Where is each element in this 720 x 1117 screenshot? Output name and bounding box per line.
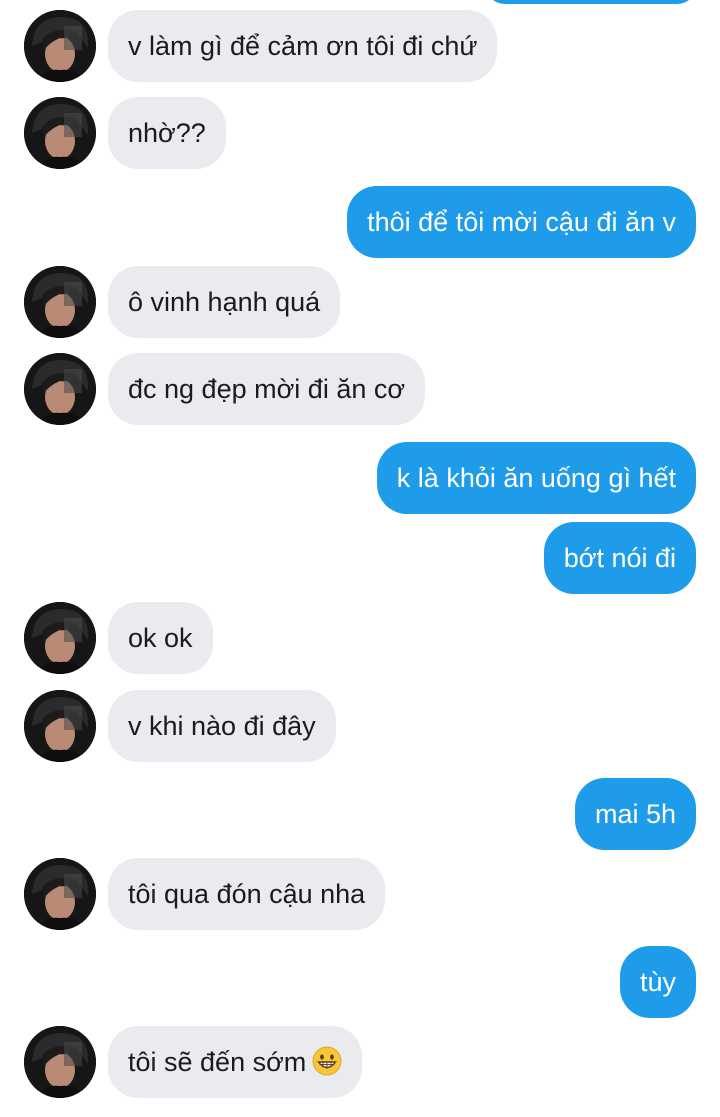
avatar-portrait-icon <box>24 353 96 425</box>
avatar[interactable] <box>24 97 96 169</box>
message-text: tôi sẽ đến sớm <box>128 1047 307 1077</box>
message-bubble-incoming[interactable]: v làm gì để cảm ơn tôi đi chứ <box>108 10 498 82</box>
message-bubble-outgoing[interactable]: thôi để tôi mời cậu đi ăn v <box>347 186 696 258</box>
message-bubble-outgoing[interactable]: bớt nói đi <box>543 522 696 594</box>
avatar-portrait-icon <box>24 858 96 930</box>
message-bubble-incoming[interactable]: v khi nào đi đây <box>108 690 336 762</box>
avatar-portrait-icon <box>24 1026 96 1098</box>
avatar[interactable] <box>24 602 96 674</box>
message-bubble-outgoing[interactable]: mai 5h <box>574 778 696 850</box>
chat-thread[interactable]: v làm gì để cảm ơn tôi đi chứ nhờ?? thôi… <box>0 0 720 1117</box>
message-bubble-incoming[interactable]: ok ok <box>108 602 213 674</box>
message-bubble-outgoing[interactable]: tùy <box>619 946 696 1018</box>
avatar-portrait-icon <box>24 266 96 338</box>
avatar[interactable] <box>24 353 96 425</box>
avatar[interactable] <box>24 1026 96 1098</box>
avatar-portrait-icon <box>24 602 96 674</box>
avatar-portrait-icon <box>24 10 96 82</box>
avatar-portrait-icon <box>24 97 96 169</box>
message-bubble-incoming[interactable]: ô vinh hạnh quá <box>108 266 341 338</box>
avatar-portrait-icon <box>24 690 96 762</box>
message-bubble-incoming[interactable]: tôi sẽ đến sớm <box>108 1026 363 1098</box>
previous-message-bubble[interactable] <box>485 0 697 4</box>
avatar[interactable] <box>24 858 96 930</box>
message-bubble-outgoing[interactable]: k là khỏi ăn uống gì hết <box>376 442 696 514</box>
avatar[interactable] <box>24 266 96 338</box>
message-bubble-incoming[interactable]: nhờ?? <box>108 97 226 169</box>
message-bubble-incoming[interactable]: tôi qua đón cậu nha <box>108 858 386 930</box>
grinning-face-icon <box>312 1046 342 1076</box>
avatar[interactable] <box>24 690 96 762</box>
avatar[interactable] <box>24 10 96 82</box>
message-bubble-incoming[interactable]: đc ng đẹp mời đi ăn cơ <box>108 353 426 425</box>
